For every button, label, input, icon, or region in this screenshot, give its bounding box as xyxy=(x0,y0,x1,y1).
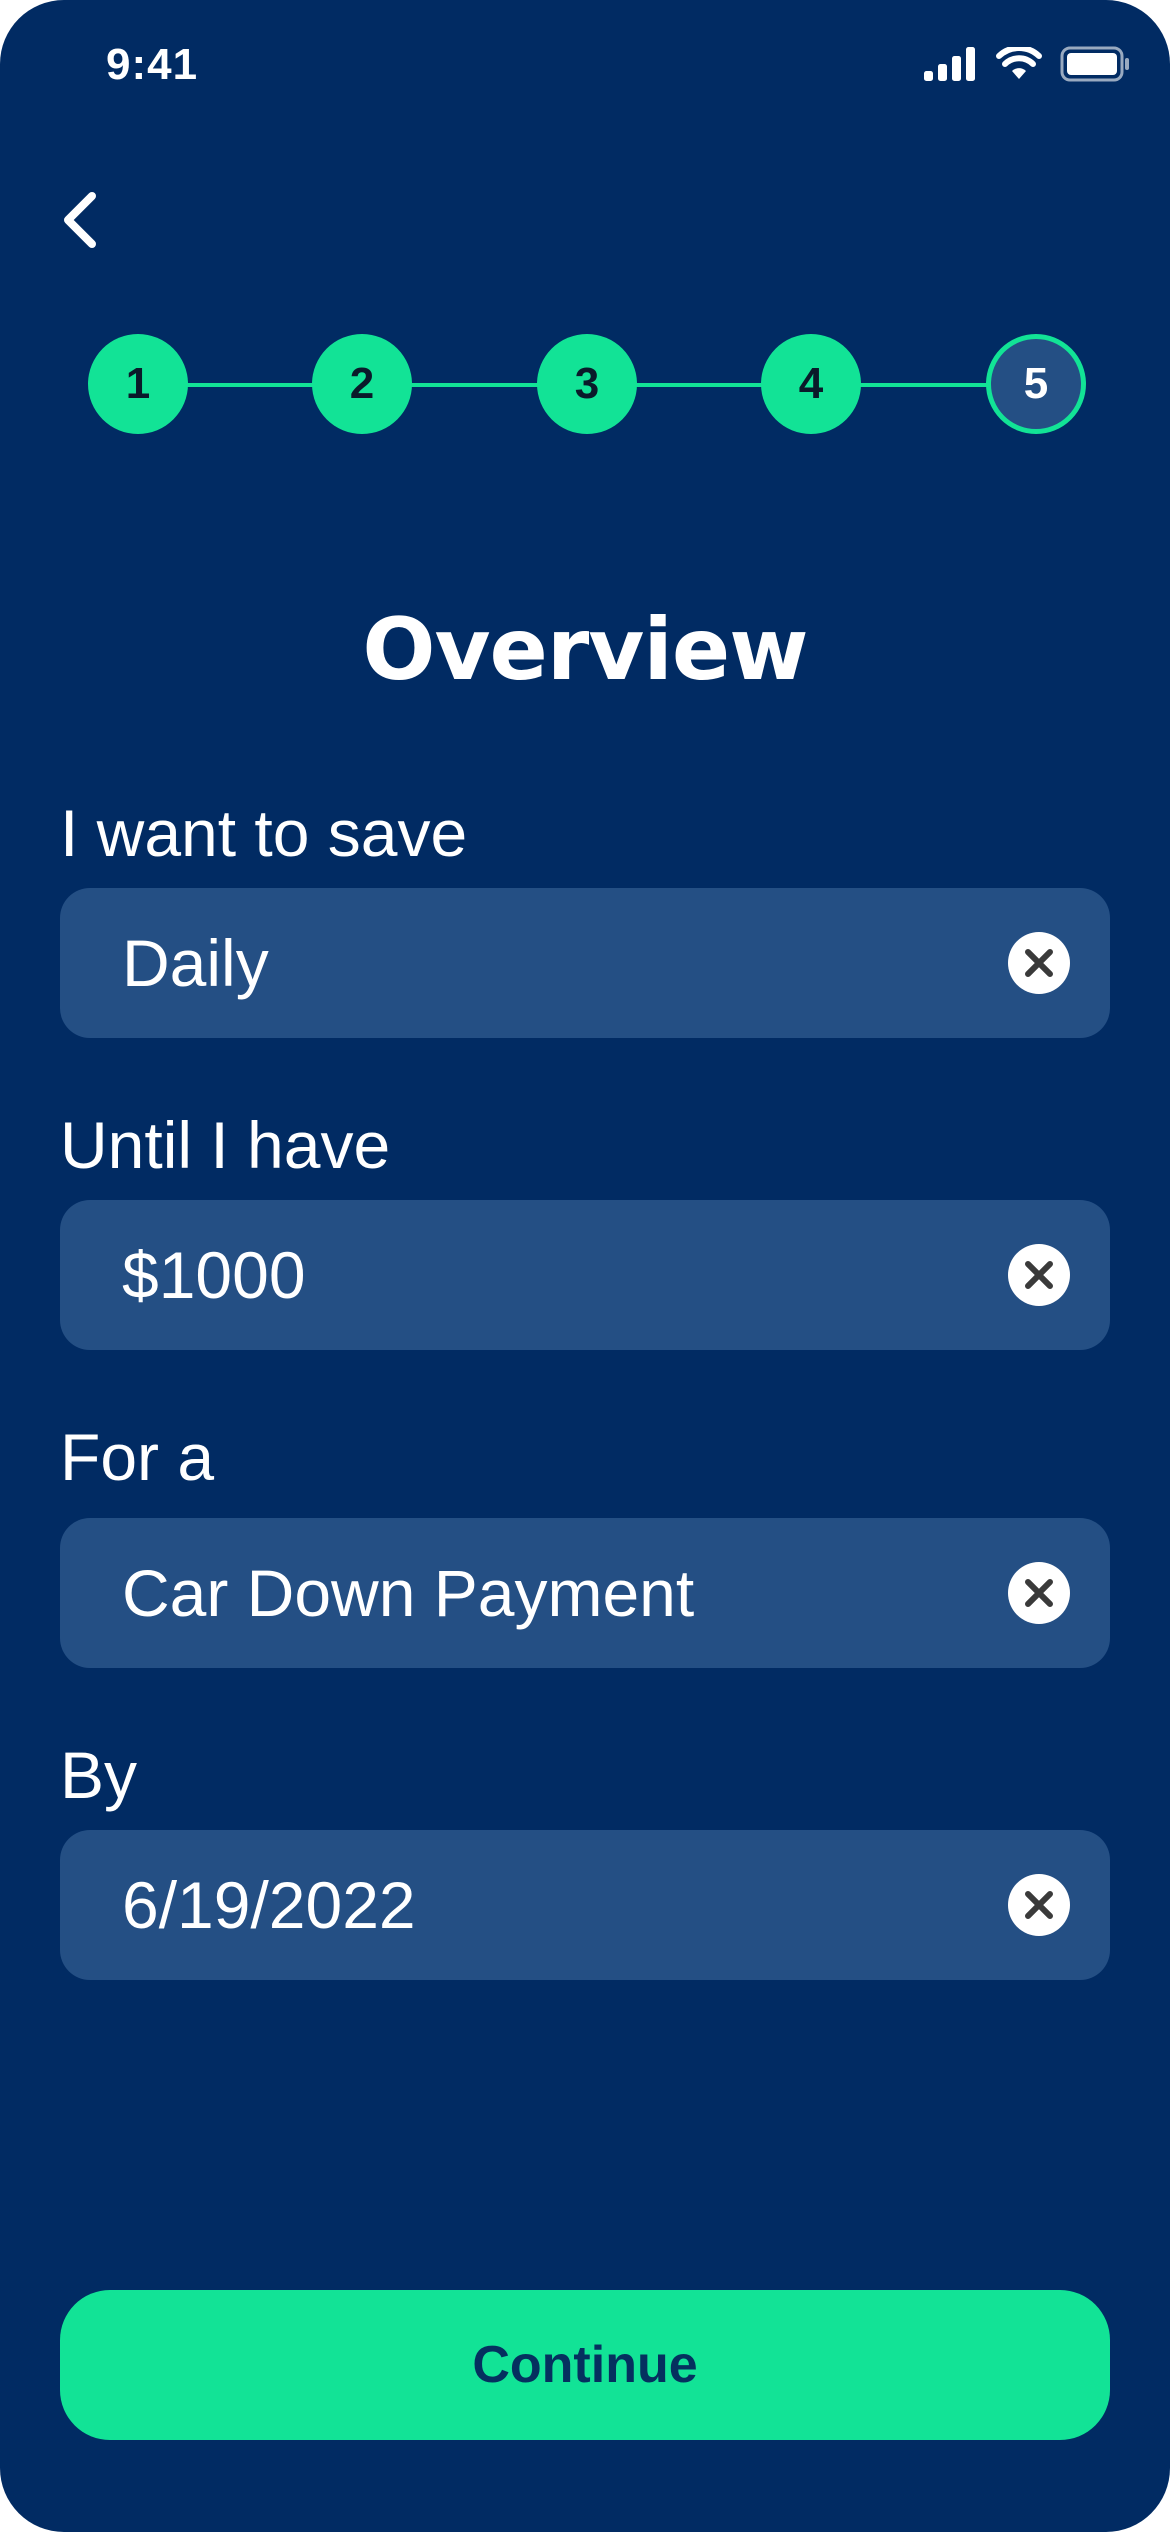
savings-goal-field[interactable]: Car Down Payment xyxy=(60,1518,1110,1668)
battery-icon xyxy=(1060,46,1130,82)
app-screen: 9:41 1 2 3 4 5 Overview I want to save D… xyxy=(0,0,1170,2532)
step-3[interactable]: 3 xyxy=(537,334,637,434)
target-amount-field[interactable]: $1000 xyxy=(60,1200,1110,1350)
target-date-value: 6/19/2022 xyxy=(122,1868,416,1942)
save-frequency-field[interactable]: Daily xyxy=(60,888,1110,1038)
continue-button[interactable]: Continue xyxy=(60,2290,1110,2440)
cellular-signal-icon xyxy=(924,47,978,81)
target-date-label: By xyxy=(60,1738,138,1812)
page-title: Overview xyxy=(362,600,808,700)
progress-stepper: 1 2 3 4 5 xyxy=(88,334,1086,434)
save-frequency-label: I want to save xyxy=(60,796,468,870)
save-frequency-value: Daily xyxy=(122,926,269,1000)
chevron-left-icon xyxy=(60,190,100,255)
savings-goal-label: For a xyxy=(60,1420,215,1494)
step-5-current[interactable]: 5 xyxy=(986,334,1086,434)
wifi-icon xyxy=(996,47,1042,81)
target-date-field[interactable]: 6/19/2022 xyxy=(60,1830,1110,1980)
clear-icon[interactable] xyxy=(1008,1874,1070,1936)
savings-goal-value: Car Down Payment xyxy=(122,1556,695,1630)
back-button[interactable] xyxy=(52,182,108,262)
target-amount-value: $1000 xyxy=(122,1238,306,1312)
status-bar: 9:41 xyxy=(0,0,1170,130)
clear-icon[interactable] xyxy=(1008,1244,1070,1306)
status-time: 9:41 xyxy=(106,40,199,89)
step-1[interactable]: 1 xyxy=(88,334,188,434)
clear-icon[interactable] xyxy=(1008,932,1070,994)
target-amount-label: Until I have xyxy=(60,1108,391,1182)
step-4[interactable]: 4 xyxy=(761,334,861,434)
step-2[interactable]: 2 xyxy=(312,334,412,434)
status-icons xyxy=(924,46,1130,82)
clear-icon[interactable] xyxy=(1008,1562,1070,1624)
